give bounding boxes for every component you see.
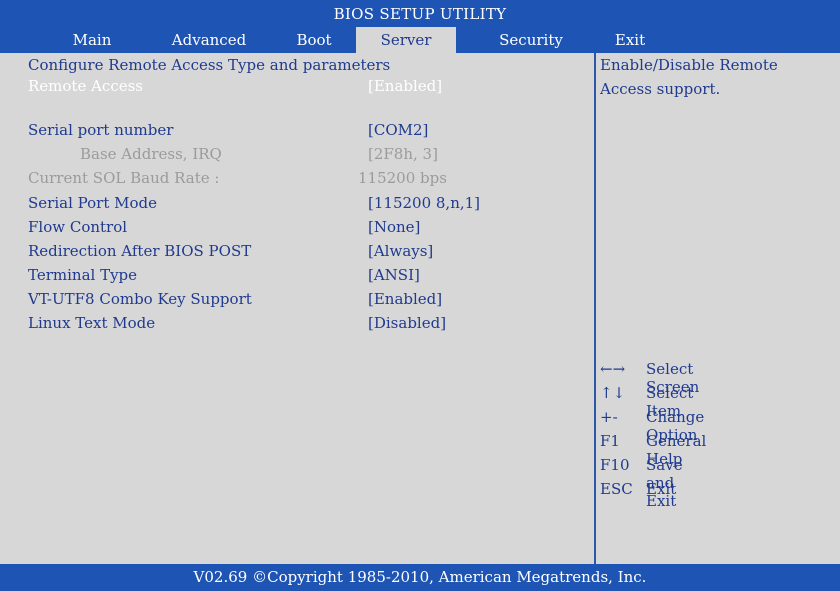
help-text-line2: Access support. — [600, 80, 721, 98]
tab-server[interactable]: Server — [356, 27, 456, 53]
setting-value: [2F8h, 3] — [368, 145, 438, 163]
tab-boot[interactable]: Boot — [276, 27, 352, 53]
panel-divider — [594, 53, 596, 564]
key-plus-minus: +- — [600, 408, 618, 426]
setting-value: [None] — [368, 218, 421, 236]
setting-value: 115200 bps — [358, 169, 447, 187]
tab-exit[interactable]: Exit — [600, 27, 660, 53]
key-f10: F10 — [600, 456, 630, 474]
tab-security[interactable]: Security — [476, 27, 586, 53]
tab-advanced[interactable]: Advanced — [150, 27, 268, 53]
setting-label: VT-UTF8 Combo Key Support — [28, 290, 252, 308]
setting-value: [115200 8,n,1] — [368, 194, 481, 212]
menu-bar: Main Advanced Boot Server Security Exit — [0, 27, 840, 53]
setting-value: [Disabled] — [368, 314, 447, 332]
section-header: Configure Remote Access Type and paramet… — [28, 56, 391, 74]
setting-value: [ANSI] — [368, 266, 420, 284]
bios-title: BIOS SETUP UTILITY — [333, 5, 507, 23]
footer-bar: V02.69 ©Copyright 1985-2010, American Me… — [0, 564, 840, 591]
setting-value: [Always] — [368, 242, 434, 260]
up-down-arrows-icon: ↑↓ — [600, 384, 626, 402]
setting-label: Serial port number — [28, 121, 174, 139]
tab-main[interactable]: Main — [48, 27, 136, 53]
copyright-text: V02.69 ©Copyright 1985-2010, American Me… — [193, 568, 647, 586]
help-text-line1: Enable/Disable Remote — [600, 56, 778, 74]
setting-label: Redirection After BIOS POST — [28, 242, 252, 260]
setting-label: Terminal Type — [28, 266, 138, 284]
settings-panel: Configure Remote Access Type and paramet… — [0, 53, 840, 564]
setting-label: Serial Port Mode — [28, 194, 157, 212]
key-f1: F1 — [600, 432, 620, 450]
setting-value: [COM2] — [368, 121, 429, 139]
key-esc: ESC — [600, 480, 633, 498]
key-hint-label: Exit — [646, 480, 677, 498]
left-right-arrows-icon: ←→ — [600, 360, 626, 378]
setting-label: Remote Access — [28, 77, 144, 95]
setting-value: [Enabled] — [368, 77, 443, 95]
setting-value: [Enabled] — [368, 290, 443, 308]
title-bar: BIOS SETUP UTILITY — [0, 0, 840, 27]
setting-label: Base Address, IRQ — [80, 145, 222, 163]
setting-label: Current SOL Baud Rate : — [28, 169, 220, 187]
setting-label: Flow Control — [28, 218, 128, 236]
setting-label: Linux Text Mode — [28, 314, 156, 332]
